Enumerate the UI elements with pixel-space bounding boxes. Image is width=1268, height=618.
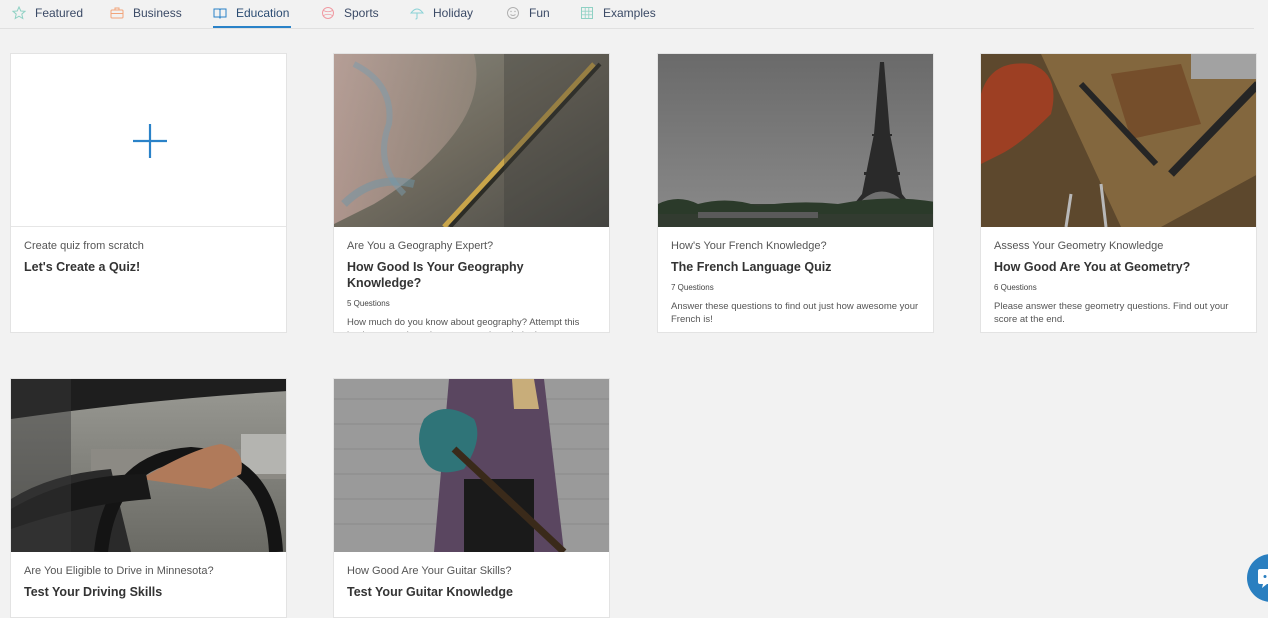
- card-title: Let's Create a Quiz!: [24, 260, 141, 274]
- tab-business[interactable]: Business: [110, 0, 182, 26]
- umbrella-icon: [410, 8, 424, 20]
- tab-label: Sports: [344, 6, 379, 20]
- category-tabs: Featured Business Education Sports Holid…: [0, 0, 1254, 29]
- guitar-player-photo: [334, 379, 609, 552]
- card-body: How's Your French Knowledge? The French …: [671, 239, 923, 326]
- tab-label: Fun: [529, 6, 550, 20]
- card-title: How Good Are You at Geometry?: [994, 260, 1191, 274]
- quiz-card-french[interactable]: How's Your French Knowledge? The French …: [657, 53, 934, 333]
- tab-fun[interactable]: Fun: [506, 0, 550, 26]
- quiz-card-driving[interactable]: Are You Eligible to Drive in Minnesota? …: [10, 378, 287, 618]
- card-subtitle: Create quiz from scratch: [24, 240, 144, 252]
- card-subtitle: Assess Your Geometry Knowledge: [994, 240, 1164, 252]
- card-body: How Good Are Your Guitar Skills? Test Yo…: [347, 564, 599, 600]
- world-map-photo: [334, 54, 609, 227]
- tab-sports[interactable]: Sports: [321, 0, 379, 26]
- create-quiz-area[interactable]: [11, 54, 286, 227]
- card-subtitle: How Good Are Your Guitar Skills?: [347, 565, 512, 577]
- create-quiz-card[interactable]: Create quiz from scratch Let's Create a …: [10, 53, 287, 333]
- card-description: How much do you know about geography? At…: [347, 317, 580, 332]
- card-subtitle: How's Your French Knowledge?: [671, 240, 827, 252]
- steering-wheel-photo: [11, 379, 286, 552]
- tab-label: Featured: [35, 6, 84, 20]
- plus-icon: [133, 124, 167, 158]
- card-title: Test Your Guitar Knowledge: [347, 585, 513, 599]
- tab-label: Business: [133, 6, 182, 20]
- briefcase-icon: [110, 7, 124, 19]
- desk-with-ruler-photo: [981, 54, 1256, 227]
- book-icon: [213, 8, 227, 20]
- card-body: Are You Eligible to Drive in Minnesota? …: [24, 564, 276, 600]
- chat-launcher-button[interactable]: [1247, 554, 1268, 602]
- card-body: Assess Your Geometry Knowledge How Good …: [994, 239, 1246, 326]
- smile-icon: [507, 7, 519, 19]
- tab-label: Education: [236, 6, 290, 20]
- tab-label: Examples: [603, 6, 656, 20]
- card-title: The French Language Quiz: [671, 260, 832, 274]
- quiz-card-geometry[interactable]: Assess Your Geometry Knowledge How Good …: [980, 53, 1257, 333]
- card-subtitle: Are You Eligible to Drive in Minnesota?: [24, 565, 214, 577]
- card-title: Test Your Driving Skills: [24, 585, 163, 599]
- quiz-card-guitar[interactable]: How Good Are Your Guitar Skills? Test Yo…: [333, 378, 610, 618]
- tab-education[interactable]: Education: [213, 0, 291, 28]
- grid-icon: [581, 7, 593, 19]
- question-count: 7 Questions: [671, 283, 714, 292]
- card-body: Create quiz from scratch Let's Create a …: [24, 239, 276, 275]
- card-description: Answer these questions to find out just …: [671, 301, 919, 325]
- eiffel-tower-photo: [658, 54, 933, 227]
- quiz-card-geography[interactable]: Are You a Geography Expert? How Good Is …: [333, 53, 610, 333]
- card-body: Are You a Geography Expert? How Good Is …: [347, 239, 599, 332]
- card-description: Please answer these geometry questions. …: [994, 301, 1229, 325]
- star-icon: [12, 6, 26, 20]
- card-subtitle: Are You a Geography Expert?: [347, 240, 494, 252]
- question-count: 5 Questions: [347, 299, 390, 308]
- ball-icon: [322, 7, 334, 19]
- tab-examples[interactable]: Examples: [580, 0, 656, 26]
- tab-holiday[interactable]: Holiday: [410, 0, 473, 26]
- card-title: How Good Is Your Geography Knowledge?: [347, 260, 524, 290]
- question-count: 6 Questions: [994, 283, 1037, 292]
- chat-bubble-icon: [1258, 569, 1268, 588]
- tab-label: Holiday: [433, 6, 474, 20]
- tab-featured[interactable]: Featured: [12, 0, 83, 26]
